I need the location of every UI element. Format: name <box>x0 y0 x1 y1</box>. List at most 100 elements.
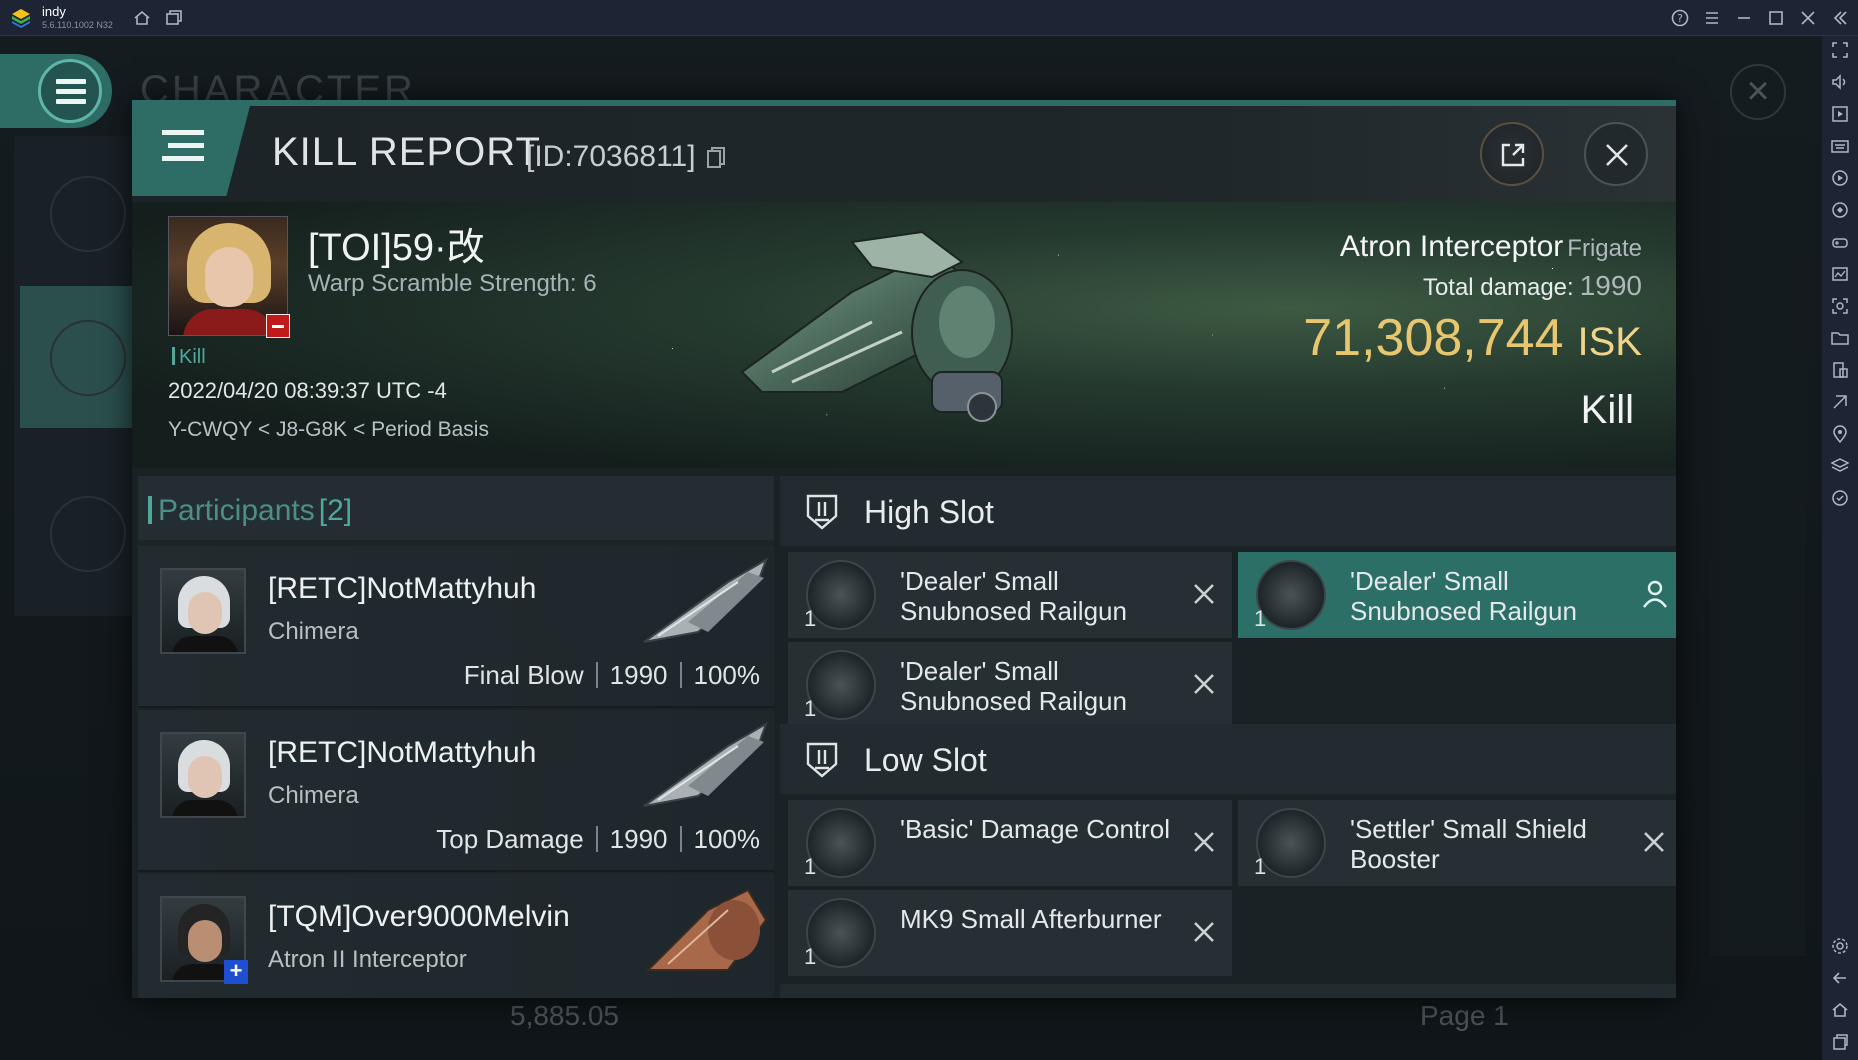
sync-icon[interactable] <box>1830 200 1850 220</box>
window-close-icon[interactable] <box>1798 8 1818 28</box>
location-icon[interactable] <box>1830 424 1850 444</box>
dialog-header: KILL REPORT [ID:7036811] <box>132 106 1676 202</box>
gamepad-icon[interactable] <box>1830 232 1850 252</box>
participants-panel: Participants [2] [RETC]NotMattyhuh Chimer… <box>138 476 774 998</box>
kill-location[interactable]: Y-CWQY < J8-G8K < Period Basis <box>168 418 489 442</box>
participant-role: Top Damage <box>436 824 584 854</box>
list-menu-icon <box>162 130 204 169</box>
volume-icon[interactable] <box>1830 72 1850 92</box>
background-star-icon <box>50 496 126 572</box>
menu-icon[interactable] <box>1702 8 1722 28</box>
participant-row[interactable]: + [TQM]Over9000Melvin Atron II Intercept… <box>138 874 774 998</box>
collapse-sidebar-icon[interactable] <box>1830 8 1850 28</box>
kill-result: Kill <box>1580 388 1634 432</box>
module-quantity: 1 <box>804 606 817 631</box>
participant-ship-image <box>645 888 768 971</box>
railgun-icon <box>806 650 876 720</box>
participant-avatar[interactable] <box>160 568 246 654</box>
participant-row[interactable]: [RETC]NotMattyhuh Chimera Final Blow 1990… <box>138 546 774 708</box>
ship-fitting-panel: High Slot 1 'Dealer' Small Snubnosed Rai… <box>780 476 1676 998</box>
back-arrow-icon[interactable] <box>1830 968 1850 988</box>
folder-icon[interactable] <box>1830 328 1850 348</box>
module-name: 'Basic' Damage Control <box>900 814 1171 844</box>
module-quantity: 1 <box>1254 606 1267 631</box>
kill-report-id: [ID:7036811] <box>526 140 696 173</box>
rotate-icon[interactable] <box>1830 488 1850 508</box>
victim-banner: [TOI]59·改 Warp Scramble Strength: 6 Kill… <box>132 202 1676 468</box>
participant-name: [RETC]NotMattyhuh <box>268 736 537 769</box>
damage-control-icon <box>806 808 876 878</box>
minimize-icon[interactable] <box>1734 8 1754 28</box>
victim-ship-name: Atron Interceptor <box>1339 230 1564 263</box>
warp-scramble-strength: Warp Scramble Strength: 6 <box>308 270 597 297</box>
high-slot-icon <box>806 494 838 530</box>
background-bottom-value: 5,885.05 <box>510 1000 619 1031</box>
module-slot[interactable]: 1 'Basic' Damage Control <box>788 800 1232 886</box>
participants-title: Participants [2] <box>147 494 352 528</box>
afterburner-icon <box>806 898 876 968</box>
maximize-icon[interactable] <box>1766 8 1786 28</box>
copy-id-icon[interactable] <box>706 146 726 170</box>
background-close-button[interactable]: × <box>1730 64 1786 120</box>
module-quantity: 1 <box>804 944 817 969</box>
total-damage: Total damage: 1990 <box>1423 270 1642 302</box>
dialog-close-button[interactable] <box>1584 122 1648 186</box>
module-slot[interactable]: 1 MK9 Small Afterburner <box>788 890 1232 976</box>
fullscreen-icon[interactable] <box>1830 40 1850 60</box>
participant-damage: 1990 <box>609 660 668 690</box>
install-apk-icon[interactable] <box>1830 360 1850 380</box>
module-slot[interactable]: 1 'Dealer' Small Snubnosed Railgun <box>1238 552 1676 638</box>
background-page-label: Page 1 <box>1420 1000 1509 1031</box>
home-icon[interactable] <box>132 8 152 28</box>
low-slot-icon <box>806 742 838 778</box>
macro-icon[interactable] <box>1830 168 1850 188</box>
background-right-panel <box>1710 136 1806 956</box>
close-icon <box>1606 144 1628 166</box>
kill-tag: Kill <box>172 346 206 369</box>
high-slot-label: High Slot <box>864 494 994 530</box>
destroyed-x-icon <box>1194 832 1214 852</box>
performance-icon[interactable] <box>1830 264 1850 284</box>
module-slot[interactable]: 1 'Dealer' Small Snubnosed Railgun <box>788 642 1232 728</box>
participant-avatar[interactable] <box>160 732 246 818</box>
kill-report-dialog: KILL REPORT [ID:7036811] [TOI]59·改 Warp … <box>132 100 1676 998</box>
bluestacks-logo-icon <box>10 7 32 29</box>
app-version: 5.6.110.1002 N32 <box>42 20 113 30</box>
recent-apps-icon[interactable] <box>1830 1032 1850 1052</box>
hostile-status-icon <box>266 314 290 338</box>
module-name: MK9 Small Afterburner <box>900 904 1162 934</box>
module-name: 'Settler' Small Shield Booster <box>1350 814 1587 874</box>
victim-name[interactable]: [TOI]59·改 <box>308 216 485 271</box>
screen-record-icon[interactable] <box>1830 104 1850 124</box>
participant-row[interactable]: [RETC]NotMattyhuh Chimera Top Damage 1990… <box>138 710 774 872</box>
share-button[interactable] <box>1480 122 1544 186</box>
participant-ship-image <box>643 721 768 807</box>
android-home-icon[interactable] <box>1830 1000 1850 1020</box>
keyboard-icon[interactable] <box>1830 136 1850 156</box>
friendly-status-icon: + <box>224 960 248 984</box>
low-slot-label: Low Slot <box>864 742 987 778</box>
module-quantity: 1 <box>804 696 817 721</box>
screenshot-icon[interactable] <box>1830 296 1850 316</box>
hamburger-icon <box>56 79 86 109</box>
high-slot-header: High Slot <box>780 476 1676 546</box>
multi-instance-icon[interactable] <box>164 8 184 28</box>
layers-icon[interactable] <box>1830 456 1850 476</box>
eco-mode-icon[interactable] <box>1830 392 1850 412</box>
participant-stats: Final Blow 1990 100% <box>464 660 760 691</box>
participant-role: Final Blow <box>463 660 584 690</box>
help-icon[interactable]: ? <box>1670 8 1690 28</box>
dialog-menu-button[interactable] <box>132 106 250 196</box>
participants-title-text: Participants <box>158 494 315 527</box>
share-icon <box>1501 143 1525 167</box>
module-slot[interactable]: 1 'Settler' Small Shield Booster <box>1238 800 1676 886</box>
participant-ship-image <box>643 557 768 643</box>
module-slot[interactable]: 1 'Dealer' Small Snubnosed Railgun <box>788 552 1232 638</box>
destroyed-x-icon <box>1194 584 1214 604</box>
background-menu-button[interactable] <box>0 54 112 128</box>
settings-gear-icon[interactable] <box>1830 936 1850 956</box>
victim-ship[interactable]: Atron Interceptor Frigate <box>1340 230 1642 264</box>
isk-value: 71,308,744 ISK <box>1303 308 1642 368</box>
participant-damage: 1990 <box>609 824 668 854</box>
participant-ship: Chimera <box>268 782 359 809</box>
